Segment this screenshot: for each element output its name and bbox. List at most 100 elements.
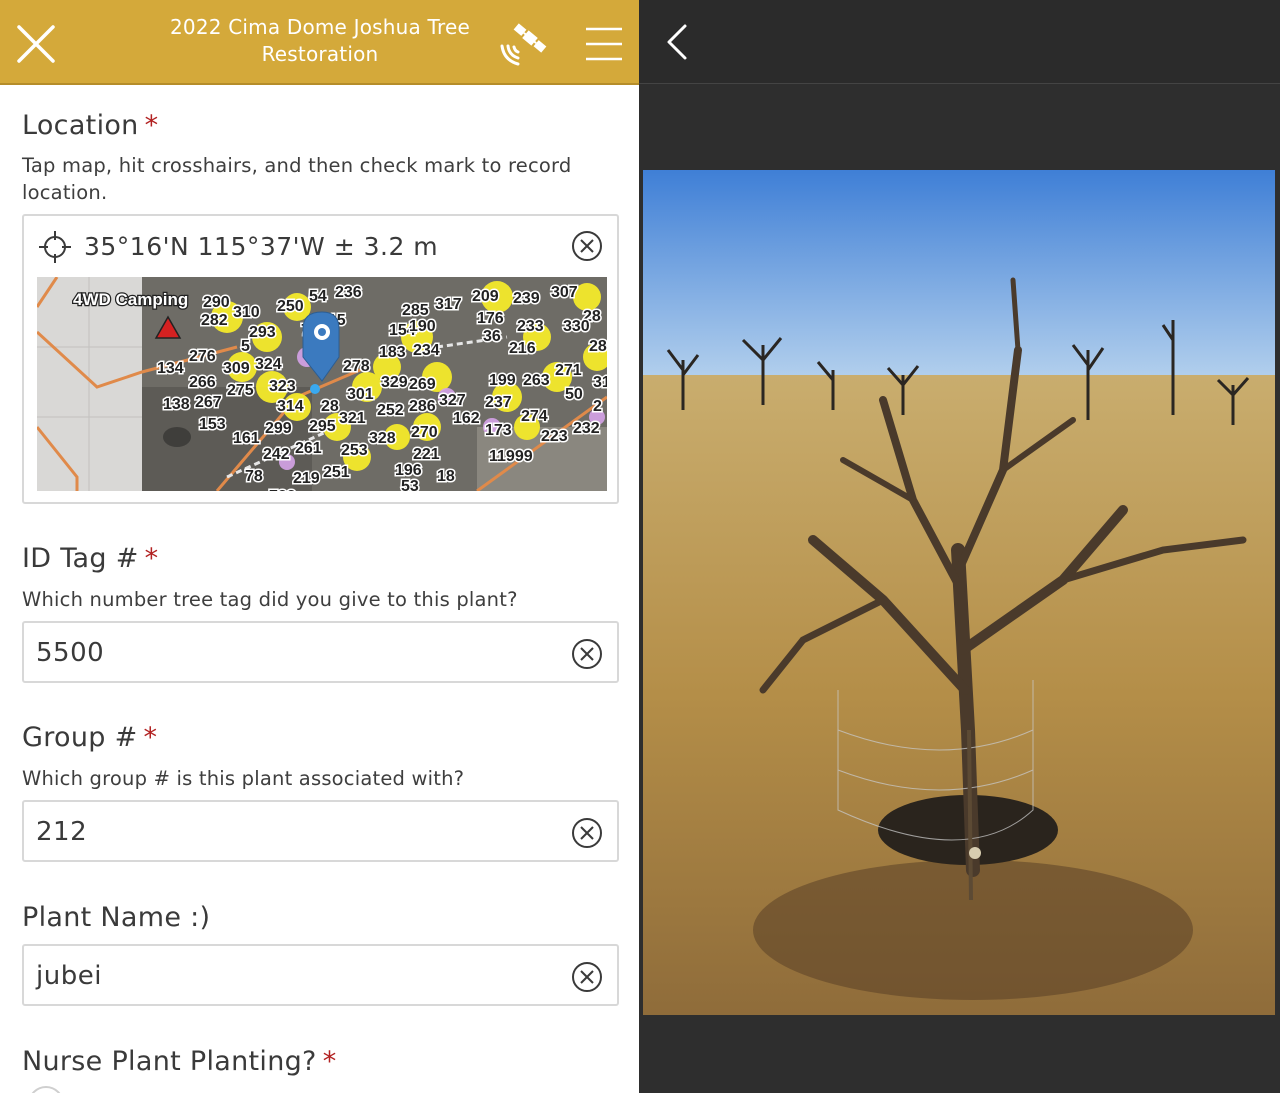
- plant-name-value[interactable]: jubei: [36, 961, 102, 991]
- location-label: Location: [22, 110, 139, 141]
- map-plot-label: 233: [517, 318, 544, 335]
- map-plot-label: 219: [293, 470, 320, 487]
- map-plot-label: 299: [265, 420, 292, 437]
- map-plot-label: 263: [523, 372, 550, 389]
- map-plot-label: 282: [201, 312, 228, 329]
- map-plot-label: 242: [263, 446, 290, 463]
- map-plot-label: 173: [485, 422, 512, 439]
- nurse-plant-radio-option[interactable]: [28, 1086, 64, 1093]
- map-camp-label: 4WD Camping: [73, 290, 188, 309]
- map-plot-label: 317: [435, 296, 462, 313]
- map-plot-label: 5: [241, 338, 250, 355]
- close-icon[interactable]: [14, 22, 58, 66]
- map-plot-label: 266: [189, 374, 216, 391]
- map-plot-label: 270: [411, 424, 438, 441]
- map-plot-label: 261: [295, 440, 322, 457]
- map-plot-label: 138: [163, 396, 190, 413]
- map-plot-label: 275: [227, 382, 254, 399]
- group-field[interactable]: 212: [22, 800, 619, 862]
- map-plot-label: 310: [233, 304, 260, 321]
- group-hint: Which group # is this plant associated w…: [22, 767, 465, 790]
- required-marker: *: [322, 1046, 337, 1077]
- plant-name-question: Plant Name :): [22, 902, 210, 933]
- location-coordinates: 35°16'N 115°37'W ± 3.2 m: [84, 232, 439, 261]
- map-plot-label: 293: [249, 324, 276, 341]
- map-plot-label: 36: [483, 328, 501, 345]
- map-plot-label: 199: [489, 372, 516, 389]
- map-plot-label: 78: [245, 468, 263, 485]
- map-plot-label: 53: [401, 478, 419, 491]
- map-plot-label: 31: [593, 374, 607, 391]
- chevron-left-icon[interactable]: [663, 22, 693, 62]
- map-plot-label: 301: [347, 386, 374, 403]
- map-canvas[interactable]: 4WD Camping 290310 25054 236285 317 209 239 30…: [37, 277, 607, 491]
- map-plot-label: 237: [485, 394, 512, 411]
- map-plot-label: 176: [477, 310, 504, 327]
- location-map[interactable]: 4WD Camping 290 310 250 54 236 285 317 209 239 30…: [37, 277, 607, 491]
- crosshair-target-icon[interactable]: [38, 230, 72, 264]
- map-plot-label: 290: [203, 294, 230, 311]
- map-plot-label: 274: [521, 408, 548, 425]
- required-marker: *: [143, 722, 158, 753]
- map-plot-label: 253: [341, 442, 368, 459]
- map-plot-label: 722: [269, 488, 296, 491]
- map-plot-label: 250: [277, 298, 304, 315]
- nurse-plant-question: Nurse Plant Planting? *: [22, 1046, 337, 1077]
- survey-form-pane: 2022 Cima Dome Joshua Tree Restoration L…: [0, 0, 639, 1093]
- plant-photo: [643, 170, 1275, 1015]
- clear-id-tag-icon[interactable]: [571, 638, 603, 670]
- map-plot-label: 2: [593, 398, 602, 415]
- map-plot-label: 323: [269, 378, 296, 395]
- map-plot-label: 314: [277, 398, 304, 415]
- clear-location-icon[interactable]: [571, 230, 603, 262]
- map-plot-label: 267: [195, 394, 222, 411]
- map-plot-label: 329: [381, 374, 408, 391]
- satellite-gps-icon[interactable]: [496, 16, 552, 70]
- hamburger-menu-icon[interactable]: [584, 25, 624, 63]
- id-tag-field[interactable]: 5500: [22, 621, 619, 683]
- map-plot-label: 216: [509, 340, 536, 357]
- map-plot-label: 295: [309, 418, 336, 435]
- map-plot-label: 236: [335, 284, 362, 301]
- clear-plant-name-icon[interactable]: [571, 961, 603, 993]
- map-plot-label: 327: [439, 392, 466, 409]
- location-field[interactable]: 35°16'N 115°37'W ± 3.2 m 4WD Camping 290…: [22, 214, 619, 504]
- clear-group-icon[interactable]: [571, 817, 603, 849]
- map-plot-label: 239: [513, 290, 540, 307]
- map-plot-label: 221: [413, 446, 440, 463]
- map-plot-label: 251: [323, 464, 350, 481]
- map-plot-label: 269: [409, 376, 436, 393]
- map-plot-label: 330: [563, 318, 590, 335]
- map-plot-label: 309: [223, 360, 250, 377]
- form-header: 2022 Cima Dome Joshua Tree Restoration: [0, 0, 639, 85]
- viewer-toolbar: [639, 0, 1280, 84]
- map-plot-label: 223: [541, 428, 568, 445]
- required-marker: *: [144, 110, 159, 141]
- map-plot-label: 285: [402, 302, 429, 319]
- required-marker: *: [144, 543, 159, 574]
- map-plot-label: 162: [453, 410, 480, 427]
- id-tag-hint: Which number tree tag did you give to th…: [22, 588, 518, 611]
- map-plot-label: 18: [437, 468, 455, 485]
- id-tag-value[interactable]: 5500: [36, 638, 104, 668]
- id-tag-label: ID Tag #: [22, 543, 139, 574]
- plant-name-field[interactable]: jubei: [22, 944, 619, 1006]
- map-plot-label: 252: [377, 402, 404, 419]
- form-title: 2022 Cima Dome Joshua Tree Restoration: [169, 15, 471, 66]
- plant-name-label: Plant Name :): [22, 902, 211, 933]
- map-plot-label: 283: [589, 338, 607, 355]
- map-plot-label: 134: [157, 360, 184, 377]
- group-value[interactable]: 212: [36, 817, 87, 847]
- map-plot-label: 328: [369, 430, 396, 447]
- photo-viewer: [639, 0, 1280, 1093]
- map-plot-label: 50: [565, 386, 583, 403]
- map-plot-label: 321: [339, 410, 366, 427]
- map-plot-label: 232: [573, 420, 600, 437]
- map-plot-label: 271: [555, 362, 582, 379]
- map-plot-label: 278: [343, 358, 370, 375]
- map-plot-label: 183: [379, 344, 406, 361]
- map-plot-label: 324: [255, 356, 282, 373]
- map-plot-label: 307: [551, 284, 578, 301]
- map-plot-label: 209: [472, 288, 499, 305]
- plant-photo-image: [643, 170, 1275, 1015]
